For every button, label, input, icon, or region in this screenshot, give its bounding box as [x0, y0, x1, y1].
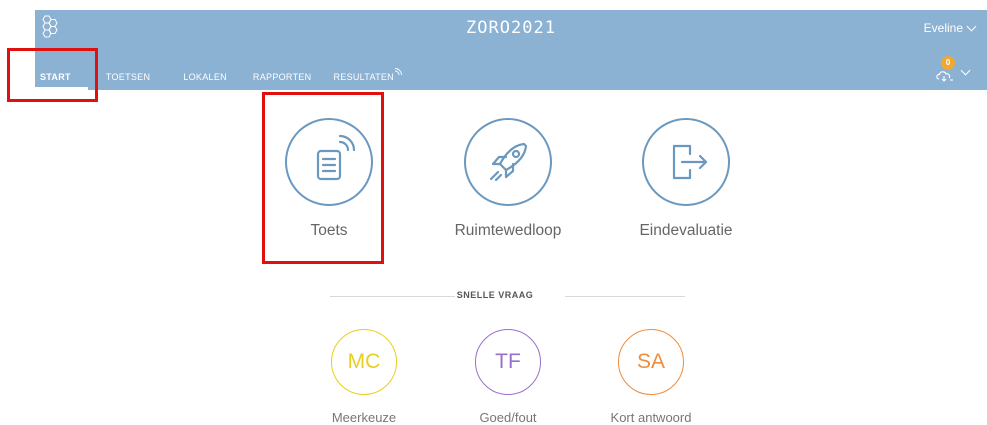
nav-item-resultaten-label: RESULTATEN — [333, 72, 394, 82]
notifications-menu[interactable]: 0 — [935, 56, 973, 86]
nav-item-start[interactable]: START — [35, 67, 88, 90]
tile-toets[interactable]: Toets — [259, 118, 399, 253]
tf-badge-icon: TF — [475, 329, 541, 395]
section-divider-right — [565, 296, 685, 297]
tile-ruimtewedloop-label: Ruimtewedloop — [454, 222, 562, 239]
user-menu[interactable]: Eveline — [923, 21, 977, 35]
quick-question-short-answer[interactable]: SA Kort antwoord — [591, 329, 711, 425]
quick-question-sa-label: Kort antwoord — [610, 410, 692, 425]
live-test-icon — [316, 134, 356, 181]
exit-icon — [672, 144, 708, 180]
live-signal-icon — [394, 68, 402, 76]
nav-item-resultaten[interactable]: RESULTATEN — [333, 67, 402, 90]
top-bar: ZORO2021 Eveline START TOETSEN LOKALEN R… — [35, 10, 987, 90]
app-title: ZORO2021 — [466, 18, 556, 38]
quick-question-mc-label: Meerkeuze — [331, 410, 397, 425]
tile-eindevaluatie[interactable]: Eindevaluatie — [616, 118, 756, 253]
quick-question-tf-label: Goed/fout — [479, 410, 537, 425]
tile-eindevaluatie-label: Eindevaluatie — [639, 222, 733, 239]
quick-question-title: SNELLE VRAAG — [456, 290, 534, 300]
tile-ruimtewedloop[interactable]: Ruimtewedloop — [438, 118, 578, 253]
nav-item-lokalen[interactable]: LOKALEN — [183, 67, 227, 90]
tile-eindevaluatie-circle — [642, 118, 730, 206]
chevron-down-icon — [966, 21, 977, 31]
main-nav: START TOETSEN LOKALEN RAPPORTEN RESULTAT… — [35, 67, 402, 90]
sa-badge-icon: SA — [618, 329, 684, 395]
mc-badge-icon: MC — [331, 329, 397, 395]
quick-question-true-false[interactable]: TF Goed/fout — [448, 329, 568, 425]
nav-item-toetsen[interactable]: TOETSEN — [106, 67, 150, 90]
page: ZORO2021 Eveline START TOETSEN LOKALEN R… — [0, 0, 987, 425]
tile-toets-circle — [285, 118, 373, 206]
nav-item-rapporten[interactable]: RAPPORTEN — [253, 67, 312, 90]
tile-ruimtewedloop-circle — [464, 118, 552, 206]
rocket-icon — [489, 142, 528, 182]
cloud-sync-icon — [936, 71, 953, 82]
tile-toets-label: Toets — [310, 222, 348, 239]
quick-question-multiple-choice[interactable]: MC Meerkeuze — [304, 329, 424, 425]
user-name: Eveline — [923, 21, 963, 35]
chevron-down-icon — [960, 65, 971, 76]
